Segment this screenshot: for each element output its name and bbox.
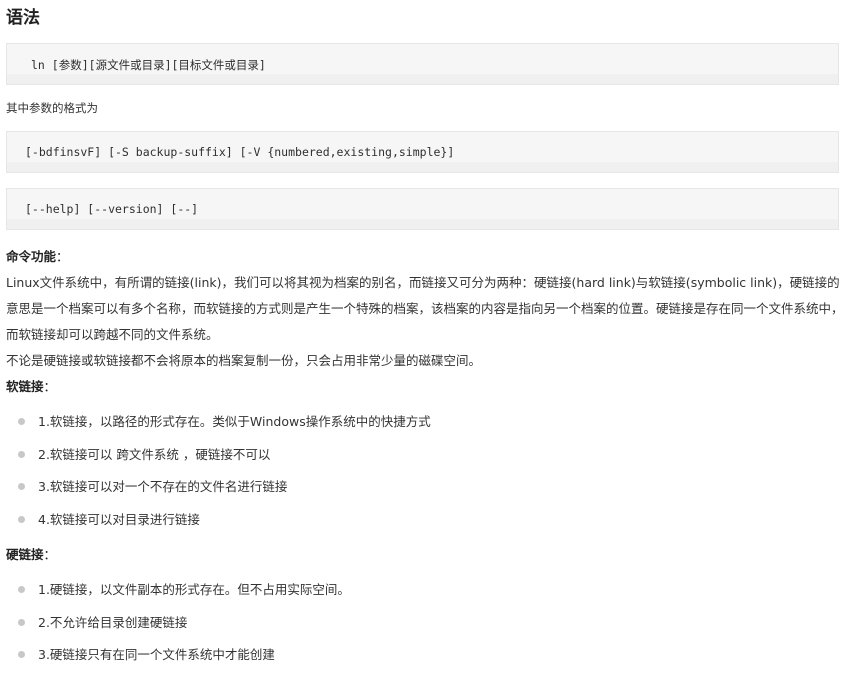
list-item: 1.硬链接，以文件副本的形式存在。但不占用实际空间。 <box>18 578 350 611</box>
code-block-options: [-bdfinsvF] [-S backup-suffix] [-V {numb… <box>6 131 839 173</box>
list-item: 1.软链接，以路径的形式存在。类似于Windows操作系统中的快捷方式 <box>18 410 431 443</box>
bullet-dot-icon <box>18 515 25 523</box>
list-item-text: 2.不允许给目录创建硬链接 <box>38 614 188 630</box>
bullet-dot-icon <box>18 483 25 491</box>
function-paragraph-1: Linux文件系统中，有所谓的链接(link)，我们可以将其视为档案的别名，而链… <box>6 275 844 342</box>
heading-colon: ： <box>56 249 69 264</box>
list-item: 2.不允许给目录创建硬链接 <box>18 611 350 644</box>
section-title: 语法 <box>6 8 40 28</box>
bullet-dot-icon <box>18 586 25 593</box>
bullet-dot-icon <box>18 418 25 425</box>
bullet-dot-icon <box>18 651 25 659</box>
list-item: 3.软链接可以对一个不存在的文件名进行链接 <box>18 475 431 508</box>
list-item-text: 3.硬链接只有在同一个文件系统中才能创建 <box>38 647 275 663</box>
code-line-syntax: ln [参数][源文件或目录][目标文件或目录] <box>31 57 266 73</box>
function-heading-text: 命令功能 <box>6 249 57 264</box>
code-line-options: [-bdfinsvF] [-S backup-suffix] [-V {numb… <box>25 145 455 159</box>
code-block-help: [--help] [--version] [--] <box>6 188 839 230</box>
code-stripe <box>7 219 838 229</box>
list-item-text: 2.软链接可以 跨文件系统 ，硬链接不可以 <box>38 446 271 462</box>
code-line-help: [--help] [--version] [--] <box>25 202 199 216</box>
heading-colon: ： <box>43 379 57 394</box>
soft-link-heading: 软链接： <box>6 378 56 396</box>
function-paragraph-2: 不论是硬链接或软链接都不会将原本的档案复制一份，只会占用非常少量的磁碟空间。 <box>6 353 482 368</box>
list-item-text: 1.软链接，以路径的形式存在。类似于Windows操作系统中的快捷方式 <box>38 414 431 429</box>
format-intro-text: 其中参数的格式为 <box>6 101 98 115</box>
bullet-dot-icon <box>18 618 25 626</box>
code-stripe <box>7 74 838 84</box>
code-block-syntax: ln [参数][源文件或目录][目标文件或目录] <box>6 43 839 85</box>
hard-link-heading: 硬链接： <box>6 546 56 564</box>
list-item: 4.软链接可以对目录进行链接 <box>18 508 431 541</box>
function-heading: 命令功能： <box>6 248 69 266</box>
code-command: ln <box>31 58 45 72</box>
soft-link-heading-text: 软链接 <box>6 379 44 394</box>
code-args: [参数][源文件或目录][目标文件或目录] <box>51 58 266 72</box>
list-item: 2.软链接可以 跨文件系统 ，硬链接不可以 <box>18 443 431 476</box>
soft-link-list: 1.软链接，以路径的形式存在。类似于Windows操作系统中的快捷方式 2.软链… <box>18 410 431 540</box>
hard-link-heading-text: 硬链接 <box>6 547 44 562</box>
bullet-dot-icon <box>18 450 25 458</box>
hard-link-list: 1.硬链接，以文件副本的形式存在。但不占用实际空间。 2.不允许给目录创建硬链接… <box>18 578 350 676</box>
code-stripe <box>7 162 838 172</box>
heading-colon: ： <box>43 547 57 562</box>
list-item-text: 3.软链接可以对一个不存在的文件名进行链接 <box>38 479 288 495</box>
list-item-text: 4.软链接可以对目录进行链接 <box>38 511 200 527</box>
list-item-text: 1.硬链接，以文件副本的形式存在。但不占用实际空间。 <box>38 582 350 597</box>
